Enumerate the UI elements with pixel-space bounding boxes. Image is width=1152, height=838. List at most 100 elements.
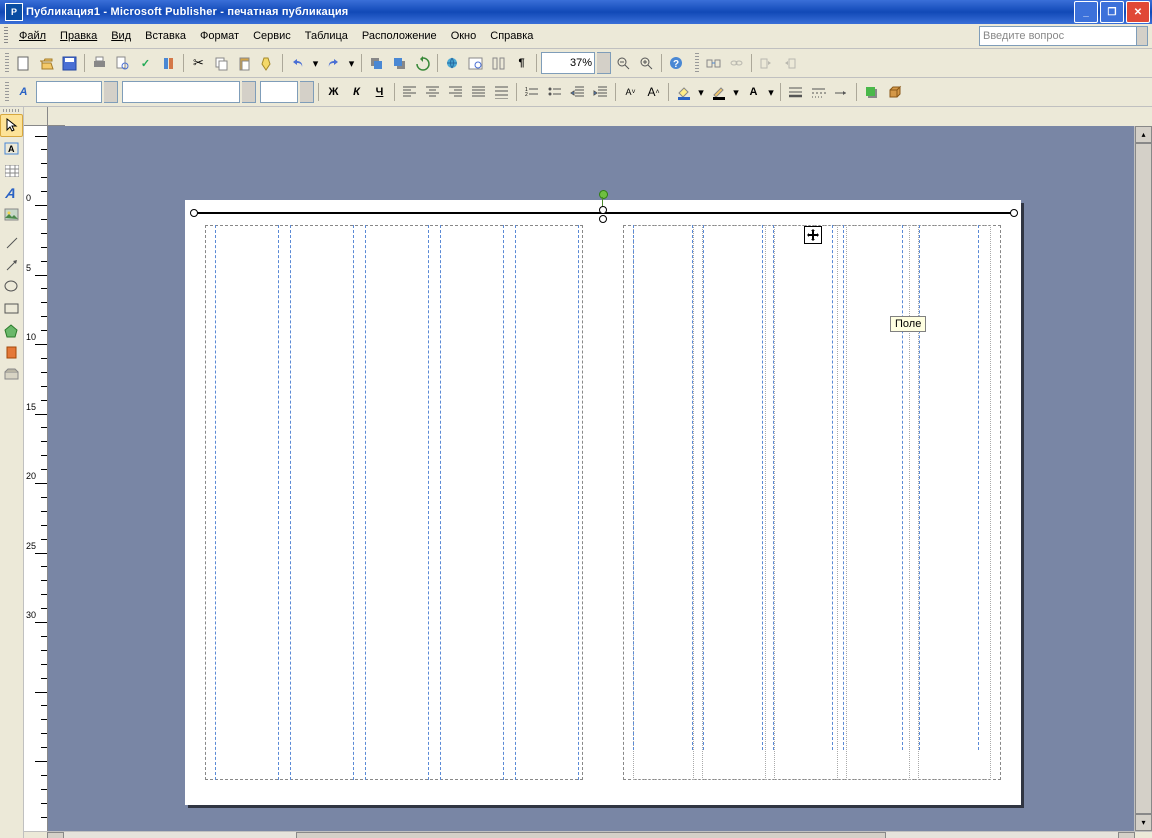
align-left-button[interactable] — [399, 82, 420, 103]
style-button[interactable]: A — [13, 82, 34, 103]
bullets-button[interactable] — [544, 82, 565, 103]
research-button[interactable] — [158, 53, 179, 74]
scroll-right-button[interactable]: ▸ — [1118, 832, 1135, 838]
menu-arrange[interactable]: Расположение — [355, 27, 444, 45]
arrow-tool[interactable] — [1, 254, 22, 275]
save-button[interactable] — [59, 53, 80, 74]
palette-handle[interactable] — [3, 109, 21, 112]
new-button[interactable] — [13, 53, 34, 74]
resize-handle-mid-top[interactable] — [599, 206, 607, 214]
wordart-tool[interactable]: A — [1, 182, 22, 203]
menu-edit[interactable]: Правка — [53, 27, 104, 45]
canvas[interactable]: Поле — [48, 126, 1134, 831]
bookmark-tool[interactable] — [1, 342, 22, 363]
prev-frame-button[interactable] — [756, 53, 777, 74]
menu-view[interactable]: Вид — [104, 27, 138, 45]
font-color-dropdown[interactable]: ▾ — [766, 82, 776, 103]
menu-help[interactable]: Справка — [483, 27, 540, 45]
scroll-left-button[interactable]: ◂ — [47, 832, 64, 838]
redo-button[interactable] — [323, 53, 344, 74]
zoom-dropdown[interactable] — [597, 52, 611, 74]
underline-button[interactable]: Ч — [369, 82, 390, 103]
redo-dropdown[interactable]: ▾ — [346, 53, 357, 74]
scroll-thumb-v[interactable] — [1135, 143, 1152, 814]
resize-handle-right[interactable] — [1010, 209, 1018, 217]
help-button[interactable]: ? — [666, 53, 687, 74]
zoom-out-button[interactable] — [613, 53, 634, 74]
print-preview-button[interactable] — [112, 53, 133, 74]
open-button[interactable] — [36, 53, 57, 74]
maximize-button[interactable]: ❐ — [1100, 1, 1124, 23]
menu-format[interactable]: Формат — [193, 27, 246, 45]
page-left[interactable] — [185, 200, 603, 805]
zoom-combo[interactable]: 37% — [541, 52, 595, 74]
next-frame-button[interactable] — [779, 53, 800, 74]
toolbar-handle-2[interactable] — [695, 53, 699, 73]
toolbar-handle[interactable] — [5, 53, 9, 73]
line-color-button[interactable] — [708, 82, 729, 103]
italic-button[interactable]: К — [346, 82, 367, 103]
ask-question-input[interactable]: Введите вопрос — [979, 26, 1137, 46]
page-right[interactable] — [603, 200, 1021, 805]
bold-button[interactable]: Ж — [323, 82, 344, 103]
rectangle-tool[interactable] — [1, 298, 22, 319]
minimize-button[interactable]: _ — [1074, 1, 1098, 23]
autoshapes-tool[interactable] — [1, 320, 22, 341]
hyperlink-button[interactable] — [442, 53, 463, 74]
break-link-button[interactable] — [726, 53, 747, 74]
decrease-indent-button[interactable] — [567, 82, 588, 103]
resize-handle-left[interactable] — [190, 209, 198, 217]
paste-button[interactable] — [234, 53, 255, 74]
align-justify-button[interactable] — [468, 82, 489, 103]
vertical-ruler[interactable]: 051015202530 — [24, 126, 48, 831]
pointer-tool[interactable] — [0, 114, 23, 137]
align-center-button[interactable] — [422, 82, 443, 103]
picture-frame-tool[interactable] — [1, 204, 22, 225]
undo-dropdown[interactable]: ▾ — [310, 53, 321, 74]
align-right-button[interactable] — [445, 82, 466, 103]
textbox-tool[interactable]: A — [1, 138, 22, 159]
menu-window[interactable]: Окно — [444, 27, 484, 45]
menu-file[interactable]: Файл — [12, 27, 53, 45]
style-dropdown[interactable] — [104, 81, 118, 103]
font-color-button[interactable]: A — [743, 82, 764, 103]
scroll-thumb-h[interactable] — [296, 832, 886, 838]
distribute-button[interactable] — [491, 82, 512, 103]
menu-table[interactable]: Таблица — [298, 27, 355, 45]
undo-button[interactable] — [287, 53, 308, 74]
cut-button[interactable]: ✂ — [188, 53, 209, 74]
toolbar-handle[interactable] — [5, 82, 9, 102]
menu-insert[interactable]: Вставка — [138, 27, 193, 45]
fill-color-dropdown[interactable]: ▾ — [696, 82, 706, 103]
bring-forward-button[interactable] — [366, 53, 387, 74]
ask-dropdown[interactable] — [1137, 26, 1148, 46]
arrow-style-button[interactable] — [831, 82, 852, 103]
fill-color-button[interactable] — [673, 82, 694, 103]
design-gallery-tool[interactable] — [1, 364, 22, 385]
scroll-down-button[interactable]: ▾ — [1135, 814, 1152, 831]
zoom-in-button[interactable] — [636, 53, 657, 74]
dash-style-button[interactable] — [808, 82, 829, 103]
resize-handle-mid-bottom[interactable] — [599, 215, 607, 223]
copy-button[interactable] — [211, 53, 232, 74]
increase-indent-button[interactable] — [590, 82, 611, 103]
scroll-up-button[interactable]: ▴ — [1135, 126, 1152, 143]
print-button[interactable] — [89, 53, 110, 74]
size-dropdown[interactable] — [300, 81, 314, 103]
close-button[interactable]: ✕ — [1126, 1, 1150, 23]
line-color-dropdown[interactable]: ▾ — [731, 82, 741, 103]
font-dropdown[interactable] — [242, 81, 256, 103]
special-chars-button[interactable]: ¶ — [511, 53, 532, 74]
numbering-button[interactable]: 12 — [521, 82, 542, 103]
spellcheck-button[interactable]: ✓ — [135, 53, 156, 74]
shadow-button[interactable] — [861, 82, 882, 103]
insert-table-tool[interactable] — [1, 160, 22, 181]
3d-button[interactable] — [884, 82, 905, 103]
oval-tool[interactable] — [1, 276, 22, 297]
connect-frames-button[interactable] — [703, 53, 724, 74]
horizontal-scrollbar[interactable]: ◂ ▸ — [24, 831, 1152, 838]
size-combo[interactable] — [260, 81, 298, 103]
font-combo[interactable] — [122, 81, 240, 103]
line-tool[interactable] — [1, 232, 22, 253]
format-painter-button[interactable] — [257, 53, 278, 74]
